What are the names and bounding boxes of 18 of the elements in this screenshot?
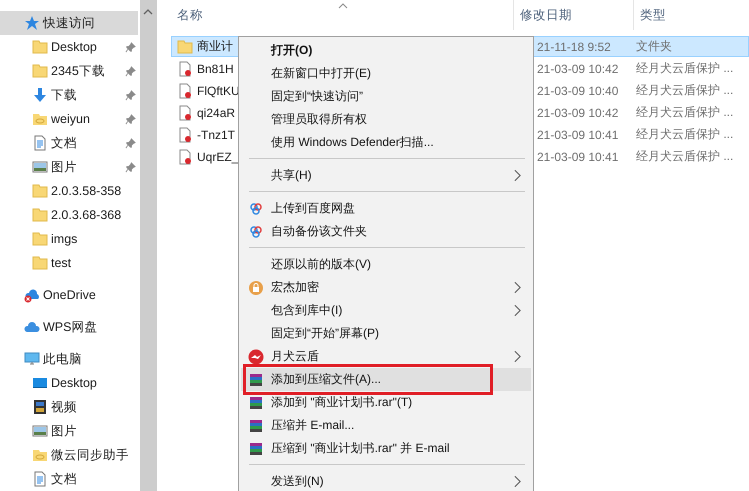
type-text: 经月犬云盾保护 ... [636, 148, 734, 165]
date-text: 21-03-09 10:40 [537, 84, 618, 98]
file-name: -Tnz1T [197, 128, 236, 142]
type-text: 经月犬云盾保护 ... [636, 82, 734, 99]
file-name: UqrEZ_ [197, 150, 238, 164]
date-text: 21-11-18 9:52 [537, 40, 611, 54]
type-text: 经月犬云盾保护 ... [636, 126, 734, 143]
date-text: 21-03-09 10:41 [537, 150, 618, 164]
type-text: 文件夹 [636, 38, 672, 55]
date-text: 21-03-09 10:42 [537, 62, 618, 76]
type-text: 经月犬云盾保护 ... [636, 60, 734, 77]
type-text: 经月犬云盾保护 ... [636, 104, 734, 121]
file-name: 商业计 [197, 38, 233, 55]
file-name: Bn81H [197, 62, 234, 76]
file-name: qi24aR [197, 106, 236, 120]
date-text: 21-03-09 10:42 [537, 106, 618, 120]
file-name: FlQftKU [197, 84, 240, 98]
date-text: 21-03-09 10:41 [537, 128, 618, 142]
